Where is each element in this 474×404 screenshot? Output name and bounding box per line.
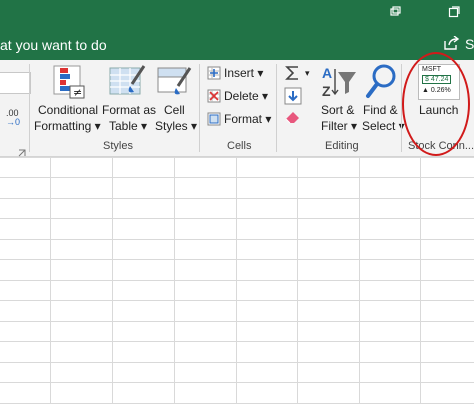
clear-eraser-icon[interactable] — [284, 110, 302, 124]
conditional-formatting-icon[interactable]: ≠ — [50, 64, 86, 100]
format-as-table-label-2[interactable]: Table ▾ — [109, 119, 147, 133]
format-button[interactable]: Format ▾ — [224, 112, 271, 126]
svg-text:Z: Z — [322, 83, 331, 99]
grid-row-line — [0, 362, 474, 363]
spreadsheet-grid[interactable] — [0, 157, 474, 404]
format-as-table-icon[interactable] — [108, 64, 146, 100]
grid-row-line — [0, 218, 474, 219]
grid-row-line — [0, 239, 474, 240]
decrease-decimal-button[interactable]: →0 — [6, 117, 20, 127]
user-initial[interactable]: S — [465, 36, 474, 52]
title-bar — [0, 0, 474, 27]
fill-icon[interactable] — [284, 87, 302, 105]
ribbon-separator — [199, 64, 200, 152]
grid-row-line — [0, 300, 474, 301]
grid-row-line — [0, 259, 474, 260]
grid-column-line — [50, 157, 51, 404]
styles-group-label: Styles — [103, 140, 133, 152]
number-format-box[interactable] — [0, 72, 31, 94]
ribbon-separator — [29, 64, 30, 152]
grid-row-line — [0, 198, 474, 199]
format-as-table-label-1[interactable]: Format as — [102, 103, 156, 117]
grid-row-line — [0, 382, 474, 383]
delete-button[interactable]: Delete ▾ — [224, 89, 268, 103]
maximize-icon[interactable] — [448, 6, 460, 18]
autosum-dropdown[interactable]: ▾ — [305, 68, 310, 79]
sort-filter-label-2[interactable]: Filter ▾ — [321, 119, 357, 133]
grid-column-line — [236, 157, 237, 404]
cell-styles-label-1[interactable]: Cell — [164, 103, 185, 117]
insert-cells-icon[interactable] — [207, 66, 221, 80]
highlight-circle — [402, 52, 470, 156]
format-cells-icon[interactable] — [207, 112, 221, 126]
find-select-label-1[interactable]: Find & — [363, 103, 398, 117]
delete-cells-icon[interactable] — [207, 89, 221, 103]
cell-styles-icon[interactable] — [156, 64, 192, 100]
insert-button[interactable]: Insert ▾ — [224, 66, 263, 80]
conditional-formatting-label-2[interactable]: Formatting ▾ — [34, 119, 101, 133]
editing-group-label: Editing — [325, 140, 359, 152]
grid-row-line — [0, 177, 474, 178]
share-icon[interactable] — [444, 35, 460, 50]
cells-group-label: Cells — [227, 140, 252, 152]
grid-column-line — [297, 157, 298, 404]
tell-me-bar: at you want to do S — [0, 27, 474, 60]
grid-column-line — [359, 157, 360, 404]
ribbon-separator — [276, 64, 277, 152]
tell-me-input[interactable]: at you want to do — [0, 37, 107, 53]
grid-column-line — [112, 157, 113, 404]
conditional-formatting-label-1[interactable]: Conditional — [38, 103, 98, 117]
restore-icon[interactable] — [389, 6, 401, 18]
grid-column-line — [420, 157, 421, 404]
sort-filter-icon[interactable]: A Z — [320, 64, 358, 100]
find-select-label-2[interactable]: Select ▾ — [362, 119, 405, 133]
grid-row-line — [0, 321, 474, 322]
grid-row-line — [0, 157, 474, 158]
sort-filter-label-1[interactable]: Sort & — [321, 103, 354, 117]
autosum-icon[interactable] — [284, 64, 302, 82]
grid-row-line — [0, 280, 474, 281]
grid-row-line — [0, 341, 474, 342]
svg-text:≠: ≠ — [73, 86, 82, 99]
cell-styles-label-2[interactable]: Styles ▾ — [155, 119, 197, 133]
find-magnifier-icon[interactable] — [364, 62, 400, 100]
grid-column-line — [174, 157, 175, 404]
svg-text:A: A — [322, 65, 332, 81]
dialog-launcher-icon[interactable] — [18, 144, 26, 157]
